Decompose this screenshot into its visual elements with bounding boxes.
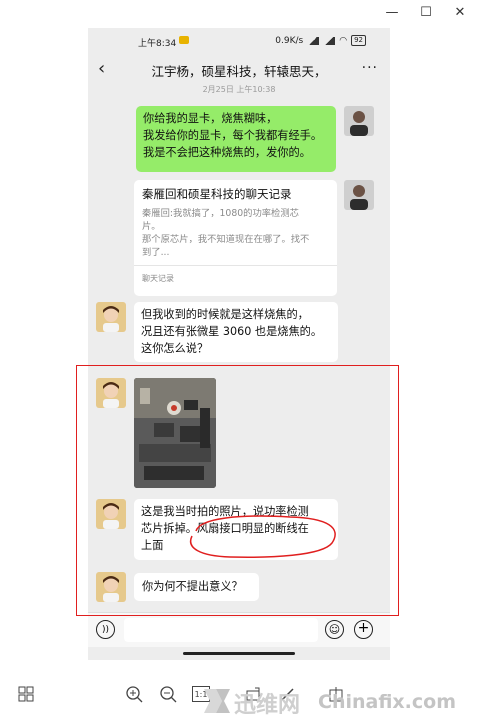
watermark-logo-icon xyxy=(204,689,230,713)
grid-icon[interactable] xyxy=(16,684,36,704)
watermark: 迅维网 Chinafix.com xyxy=(200,681,477,725)
watermark-brand-en: Chinafix.com xyxy=(318,691,457,713)
zoom-out-icon[interactable] xyxy=(158,684,178,704)
zoom-in-icon[interactable] xyxy=(124,684,144,704)
watermark-brand-cn: 迅维网 xyxy=(234,693,301,718)
annotation-ellipse xyxy=(189,515,336,558)
